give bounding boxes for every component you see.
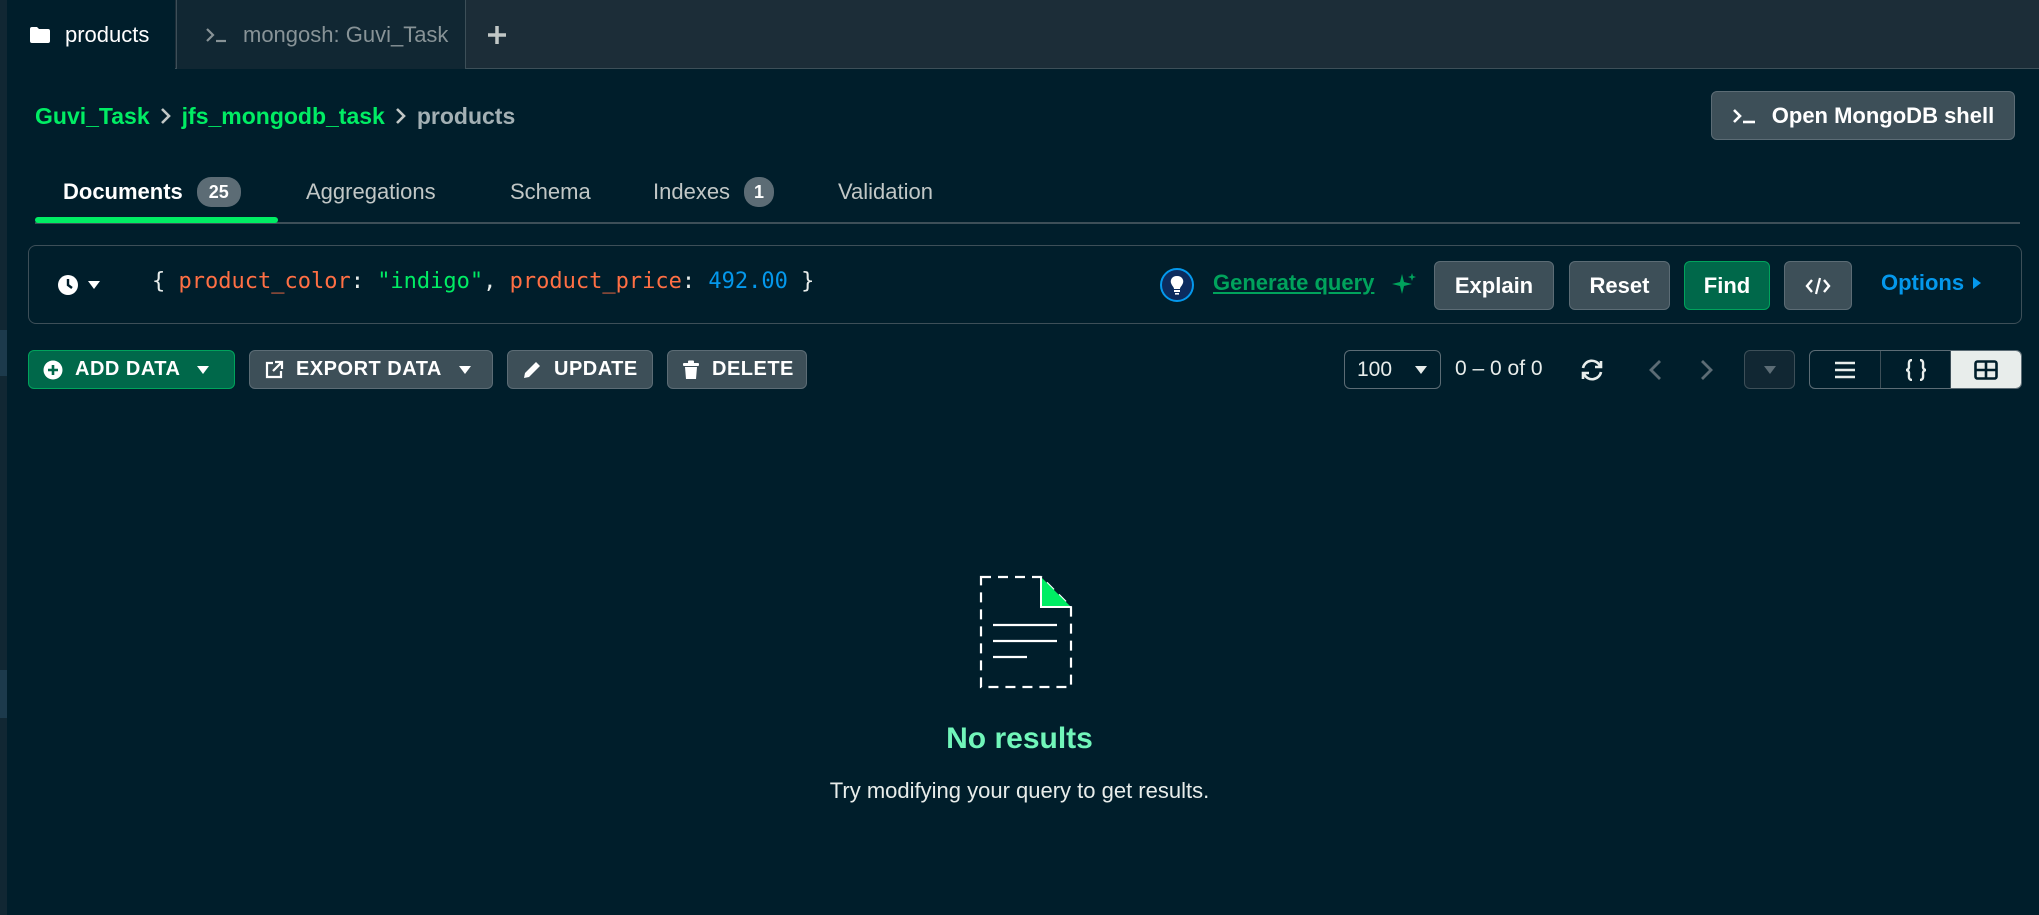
export-code-button[interactable] xyxy=(1784,261,1852,310)
tab-indexes-label: Indexes xyxy=(653,179,731,204)
breadcrumb: Guvi_Task jfs_mongodb_task products xyxy=(35,100,515,132)
tab-schema[interactable]: Schema xyxy=(510,160,591,224)
open-mongodb-shell-button[interactable]: Open MongoDB shell xyxy=(1711,91,2015,140)
curly-braces-icon xyxy=(1905,358,1926,381)
tab-documents[interactable]: Documents 25 xyxy=(63,160,241,224)
tab-schema-label: Schema xyxy=(510,179,591,204)
tab-label: products xyxy=(65,21,150,47)
left-edge-marker xyxy=(0,670,7,718)
query-history-button[interactable] xyxy=(57,270,101,300)
tab-mongosh[interactable]: mongosh: Guvi_Task xyxy=(176,0,466,69)
caret-down-icon xyxy=(196,365,210,375)
add-data-label: ADD DATA xyxy=(75,358,181,380)
query-colon: : xyxy=(350,269,378,294)
refresh-button[interactable] xyxy=(1578,357,1606,383)
view-mode-toggle xyxy=(1809,350,2022,389)
breadcrumb-cluster[interactable]: Guvi_Task xyxy=(35,103,150,130)
page-size-select[interactable]: 100 xyxy=(1344,350,1441,389)
empty-document-icon xyxy=(975,573,1075,698)
clock-icon xyxy=(58,275,78,295)
empty-state-description: Try modifying your query to get results. xyxy=(829,778,1210,803)
add-tab-button[interactable] xyxy=(479,0,515,69)
caret-right-icon xyxy=(1973,277,1982,289)
trash-icon xyxy=(682,360,700,380)
delete-label: DELETE xyxy=(712,358,794,380)
chevron-right-icon xyxy=(395,107,407,125)
generate-query-link[interactable]: Generate query xyxy=(1213,270,1374,296)
query-key: product_price xyxy=(509,269,682,294)
caret-down-icon xyxy=(1415,365,1427,374)
next-page-button[interactable] xyxy=(1696,357,1718,383)
pagination-range: 0 – 0 of 0 xyxy=(1455,357,1543,380)
tab-documents-label: Documents xyxy=(63,179,183,204)
query-brace: } xyxy=(787,269,815,294)
json-view-button[interactable] xyxy=(1881,351,1952,388)
empty-state-title: No results xyxy=(946,722,1093,755)
list-view-button[interactable] xyxy=(1810,351,1881,388)
explain-button-label: Explain xyxy=(1454,272,1534,298)
tab-validation[interactable]: Validation xyxy=(838,160,933,224)
export-data-button[interactable]: EXPORT DATA xyxy=(249,350,493,389)
tab-aggregations-label: Aggregations xyxy=(306,179,436,204)
lightbulb-icon[interactable] xyxy=(1160,268,1194,302)
caret-down-icon xyxy=(88,281,100,289)
reset-button[interactable]: Reset xyxy=(1569,261,1670,310)
terminal-icon xyxy=(205,26,229,44)
update-button[interactable]: UPDATE xyxy=(507,350,653,389)
plus-circle-icon xyxy=(43,360,63,380)
query-colon: : xyxy=(681,269,709,294)
breadcrumb-collection: products xyxy=(416,102,516,129)
table-view-button[interactable] xyxy=(1951,351,2021,388)
find-button[interactable]: Find xyxy=(1684,261,1770,310)
documents-count-badge: 25 xyxy=(196,177,241,207)
query-bar: { product_color: "indigo", product_price… xyxy=(28,245,2022,324)
tab-aggregations[interactable]: Aggregations xyxy=(306,160,436,224)
left-edge-marker xyxy=(0,330,7,376)
active-tab-indicator xyxy=(35,217,278,223)
tab-products[interactable]: products xyxy=(7,0,175,69)
table-icon xyxy=(1974,359,1998,380)
add-data-button[interactable]: ADD DATA xyxy=(28,350,235,389)
options-toggle[interactable]: Options xyxy=(1881,270,1982,296)
refresh-icon xyxy=(1581,359,1603,381)
shell-button-label: Open MongoDB shell xyxy=(1771,102,1995,128)
terminal-icon xyxy=(1732,107,1758,125)
query-value: 492.00 xyxy=(708,269,788,294)
list-icon xyxy=(1834,361,1855,378)
page-jump-select[interactable] xyxy=(1744,350,1795,389)
workspace-tab-bar: products mongosh: Guvi_Task xyxy=(7,0,2039,69)
collection-tabs: Documents 25 Aggregations Schema Indexes… xyxy=(35,160,2020,224)
query-key: product_color xyxy=(178,269,351,294)
tab-label: mongosh: Guvi_Task xyxy=(243,21,449,47)
delete-button[interactable]: DELETE xyxy=(667,350,807,389)
breadcrumb-database[interactable]: jfs_mongodb_task xyxy=(182,103,385,130)
chevron-left-icon xyxy=(1649,360,1661,380)
find-button-label: Find xyxy=(1703,272,1751,298)
tab-indexes[interactable]: Indexes 1 xyxy=(653,160,775,224)
folder-icon xyxy=(29,26,51,44)
sparkle-icon xyxy=(1392,272,1418,303)
previous-page-button[interactable] xyxy=(1644,357,1666,383)
pencil-icon xyxy=(522,360,542,380)
indexes-count-badge: 1 xyxy=(744,177,775,207)
update-label: UPDATE xyxy=(554,358,638,380)
tab-validation-label: Validation xyxy=(838,179,933,204)
plus-icon xyxy=(488,25,506,44)
caret-down-icon xyxy=(458,365,472,375)
explain-button[interactable]: Explain xyxy=(1434,261,1554,310)
chevron-right-icon xyxy=(1701,360,1713,380)
export-icon xyxy=(264,360,284,380)
query-value: "indigo" xyxy=(377,269,484,294)
query-brace: { xyxy=(152,269,179,294)
query-comma: , xyxy=(483,269,510,294)
reset-button-label: Reset xyxy=(1589,272,1650,298)
code-icon xyxy=(1805,277,1831,294)
caret-down-icon xyxy=(1763,365,1776,374)
export-data-label: EXPORT DATA xyxy=(296,358,442,380)
query-filter-input[interactable]: { product_color: "indigo", product_price… xyxy=(152,269,814,294)
options-label: Options xyxy=(1881,270,1965,295)
page-size-value: 100 xyxy=(1357,357,1393,381)
chevron-right-icon xyxy=(160,107,172,125)
